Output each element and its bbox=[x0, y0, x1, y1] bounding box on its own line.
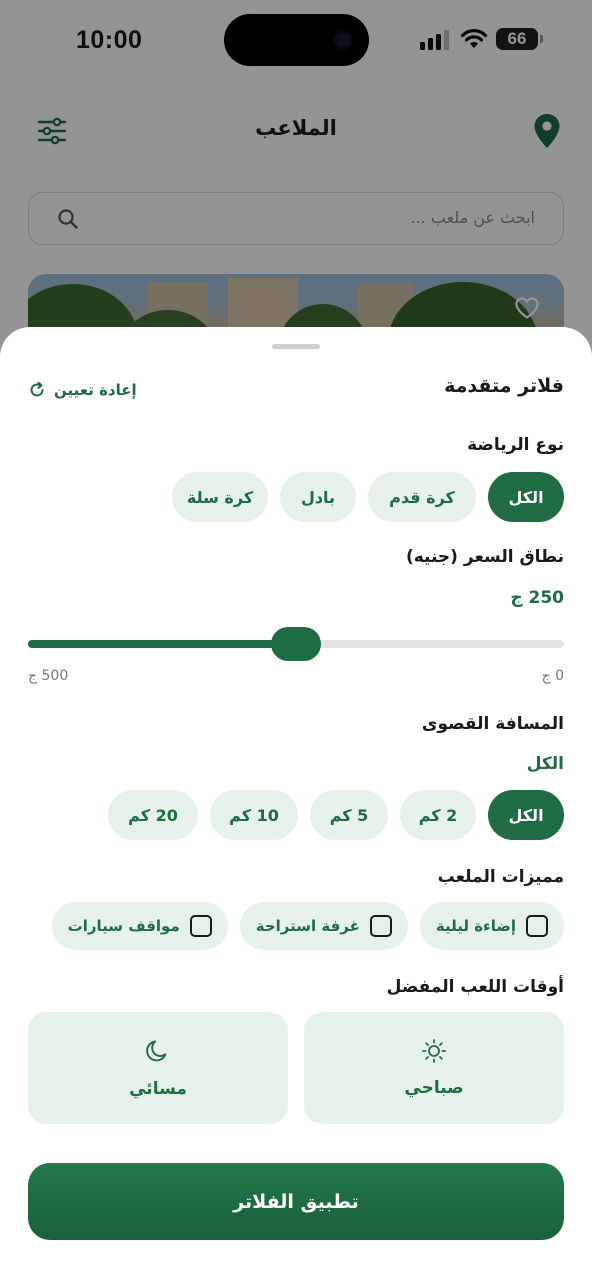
feature-label: غرفة استراحة bbox=[255, 917, 360, 935]
distance-chip-2km[interactable]: 2 كم bbox=[400, 790, 476, 840]
morning-option[interactable]: صباحي bbox=[304, 1012, 564, 1124]
price-value: 250 ج bbox=[510, 588, 564, 608]
filter-sheet: فلاتر متقدمة إعادة تعيين نوع الرياضة الك… bbox=[0, 327, 592, 1280]
sport-chip-basketball[interactable]: كرة سلة bbox=[172, 472, 268, 522]
sport-chip-football[interactable]: كرة قدم bbox=[368, 472, 476, 522]
distance-chip-20km[interactable]: 20 كم bbox=[108, 790, 198, 840]
checkbox[interactable] bbox=[189, 915, 212, 937]
price-slider[interactable] bbox=[28, 627, 564, 661]
distance-value: الكل bbox=[526, 754, 564, 774]
play-time-options: صباحي مسائي bbox=[28, 1012, 564, 1124]
sun-icon bbox=[422, 1039, 446, 1063]
distance-chip-5km[interactable]: 5 كم bbox=[310, 790, 388, 840]
evening-label: مسائي bbox=[129, 1079, 187, 1099]
feature-chips: إضاءة ليلية غرفة استراحة مواقف سيارات bbox=[51, 902, 564, 950]
feature-chip-night-lighting[interactable]: إضاءة ليلية bbox=[419, 902, 564, 950]
reset-label: إعادة تعيين bbox=[54, 381, 137, 399]
feature-chip-parking[interactable]: مواقف سيارات bbox=[51, 902, 228, 950]
refresh-icon bbox=[30, 381, 44, 397]
feature-chip-rest-room[interactable]: غرفة استراحة bbox=[239, 902, 408, 950]
play-times-label: أوقات اللعب المفضل bbox=[386, 977, 564, 997]
distance-chip-10km[interactable]: 10 كم bbox=[210, 790, 298, 840]
max-distance-label: المسافة القصوى bbox=[421, 714, 564, 734]
moon-icon bbox=[146, 1040, 167, 1062]
apply-filters-button[interactable]: تطبيق الفلاتر bbox=[28, 1163, 564, 1240]
price-max-label: 500 ج bbox=[28, 668, 69, 684]
sport-type-chips: الكل كرة قدم بادل كرة سلة bbox=[172, 472, 564, 522]
sport-chip-padel[interactable]: بادل bbox=[280, 472, 356, 522]
sheet-title: فلاتر متقدمة bbox=[444, 375, 564, 397]
sheet-handle[interactable] bbox=[272, 344, 320, 349]
feature-label: مواقف سيارات bbox=[67, 917, 180, 935]
morning-label: صباحي bbox=[404, 1078, 464, 1098]
checkbox[interactable] bbox=[369, 915, 392, 937]
reset-button[interactable]: إعادة تعيين bbox=[28, 377, 137, 403]
distance-chip-all[interactable]: الكل bbox=[488, 790, 564, 840]
price-min-label: 0 ج bbox=[541, 668, 564, 684]
price-range-label: نطاق السعر (جنيه) bbox=[405, 547, 564, 567]
checkbox[interactable] bbox=[526, 915, 548, 937]
distance-chips: الكل 2 كم 5 كم 10 كم 20 كم bbox=[108, 790, 564, 840]
features-label: مميزات الملعب bbox=[437, 867, 564, 887]
feature-label: إضاءة ليلية bbox=[435, 917, 516, 935]
slider-thumb[interactable] bbox=[271, 627, 321, 661]
sport-type-label: نوع الرياضة bbox=[467, 435, 564, 455]
evening-option[interactable]: مسائي bbox=[28, 1012, 288, 1124]
sport-chip-all[interactable]: الكل bbox=[488, 472, 564, 522]
slider-fill bbox=[28, 640, 296, 648]
